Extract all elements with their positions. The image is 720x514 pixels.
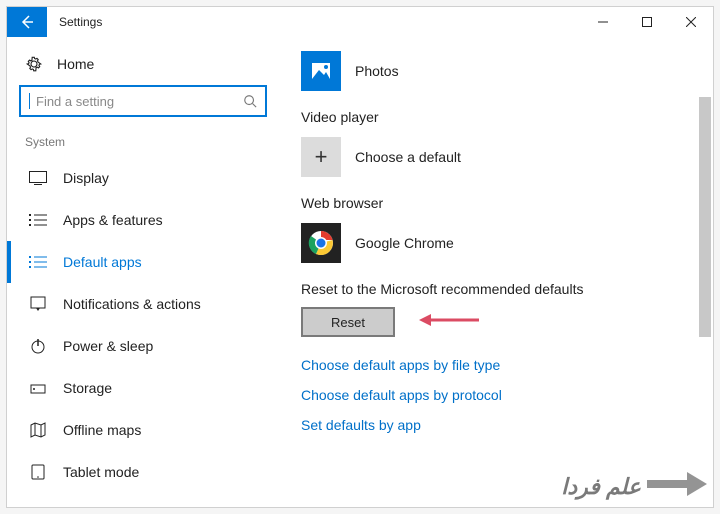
link-set-defaults-by-app[interactable]: Set defaults by app	[301, 417, 699, 433]
search-field[interactable]	[36, 94, 237, 109]
list-icon	[29, 211, 47, 229]
search-input[interactable]	[19, 85, 267, 117]
sidebar-item-default-apps[interactable]: Default apps	[7, 241, 279, 283]
default-apps-icon	[29, 253, 47, 271]
search-icon	[243, 94, 257, 108]
sidebar-item-storage[interactable]: Storage	[7, 367, 279, 409]
scrollbar[interactable]	[697, 37, 713, 507]
sidebar-item-label: Multitasking	[63, 506, 137, 507]
map-icon	[29, 421, 47, 439]
annotation-arrow-icon	[419, 312, 479, 333]
sidebar-item-label: Default apps	[63, 254, 142, 270]
minimize-button[interactable]	[581, 7, 625, 37]
text-caret	[29, 93, 30, 109]
sidebar-item-label: Notifications & actions	[63, 296, 201, 312]
maximize-icon	[642, 17, 652, 27]
sidebar-item-offline-maps[interactable]: Offline maps	[7, 409, 279, 451]
web-default-row[interactable]: Google Chrome	[301, 223, 699, 263]
sidebar-item-label: Offline maps	[63, 422, 141, 438]
sidebar: Home System Display	[7, 37, 279, 507]
sidebar-item-notifications[interactable]: Notifications & actions	[7, 283, 279, 325]
minimize-icon	[598, 17, 608, 27]
titlebar: Settings	[7, 7, 713, 37]
sidebar-item-label: Power & sleep	[63, 338, 153, 354]
storage-icon	[29, 379, 47, 397]
sidebar-home[interactable]: Home	[7, 47, 279, 85]
plus-tile: +	[301, 137, 341, 177]
window-title: Settings	[47, 7, 102, 37]
link-by-file-type[interactable]: Choose default apps by file type	[301, 357, 699, 373]
sidebar-item-label: Display	[63, 170, 109, 186]
reset-row: Reset	[301, 307, 699, 337]
search-wrap	[7, 85, 279, 131]
arrow-left-icon	[19, 14, 35, 30]
web-default-label: Google Chrome	[355, 235, 454, 251]
content: Photos Video player + Choose a default W…	[279, 37, 713, 507]
sidebar-item-power-sleep[interactable]: Power & sleep	[7, 325, 279, 367]
sidebar-home-label: Home	[57, 56, 94, 72]
scrollbar-thumb[interactable]	[699, 97, 711, 337]
gear-icon	[25, 55, 43, 73]
web-browser-heading: Web browser	[301, 195, 699, 211]
power-icon	[29, 337, 47, 355]
reset-button-label: Reset	[331, 315, 365, 330]
display-icon	[29, 169, 47, 187]
reset-heading: Reset to the Microsoft recommended defau…	[301, 281, 699, 297]
photos-icon	[310, 60, 332, 82]
photos-label: Photos	[355, 63, 399, 79]
multitasking-icon	[29, 505, 47, 507]
tablet-icon	[29, 463, 47, 481]
maximize-button[interactable]	[625, 7, 669, 37]
photos-tile	[301, 51, 341, 91]
plus-icon: +	[315, 144, 328, 170]
photos-app-row[interactable]: Photos	[301, 51, 699, 91]
close-icon	[686, 17, 696, 27]
notifications-icon	[29, 295, 47, 313]
close-button[interactable]	[669, 7, 713, 37]
back-button[interactable]	[7, 7, 47, 37]
sidebar-item-label: Storage	[63, 380, 112, 396]
video-player-heading: Video player	[301, 109, 699, 125]
video-default-label: Choose a default	[355, 149, 461, 165]
sidebar-item-apps-features[interactable]: Apps & features	[7, 199, 279, 241]
sidebar-item-display[interactable]: Display	[7, 157, 279, 199]
sidebar-item-multitasking[interactable]: Multitasking	[7, 493, 279, 507]
chrome-tile	[301, 223, 341, 263]
settings-window: Settings Home	[6, 6, 714, 508]
sidebar-item-label: Tablet mode	[63, 464, 139, 480]
reset-button[interactable]: Reset	[301, 307, 395, 337]
sidebar-item-label: Apps & features	[63, 212, 163, 228]
video-default-row[interactable]: + Choose a default	[301, 137, 699, 177]
body: Home System Display	[7, 37, 713, 507]
link-by-protocol[interactable]: Choose default apps by protocol	[301, 387, 699, 403]
chrome-icon	[308, 230, 334, 256]
sidebar-item-tablet-mode[interactable]: Tablet mode	[7, 451, 279, 493]
sidebar-section-label: System	[7, 131, 279, 157]
